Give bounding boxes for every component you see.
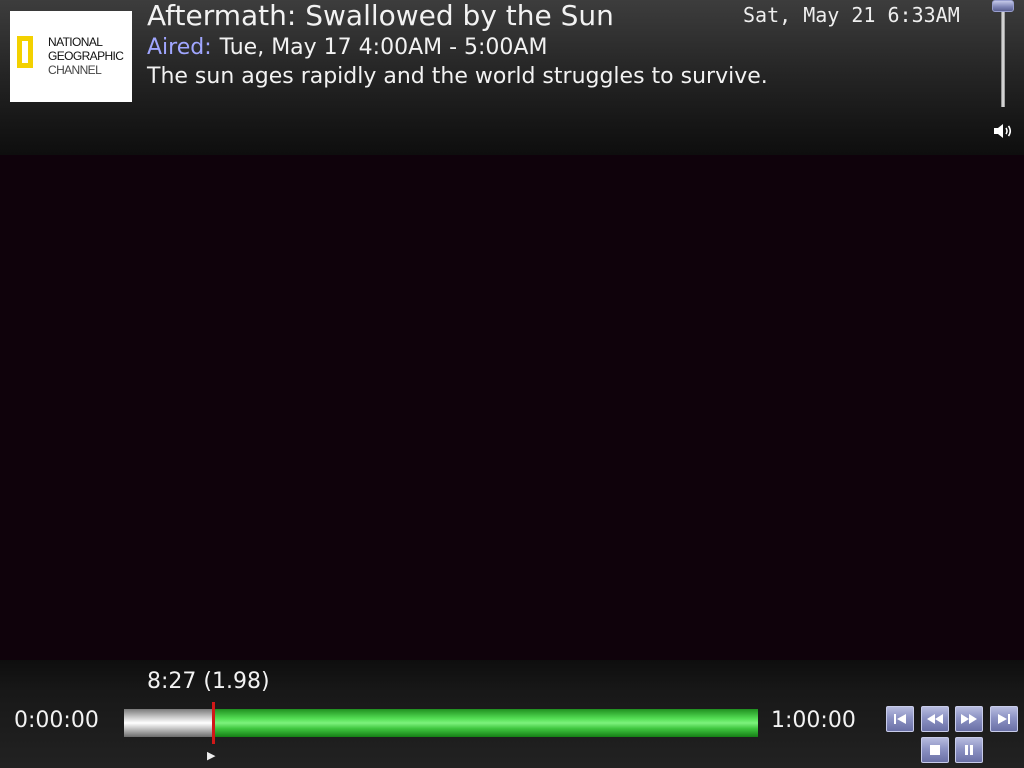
aired-label: Aired: — [147, 35, 212, 60]
end-time: 1:00:00 — [771, 708, 856, 733]
start-time: 0:00:00 — [14, 708, 99, 733]
pause-icon — [965, 745, 973, 755]
skip-back-button[interactable] — [886, 706, 914, 732]
speaker-icon[interactable] — [992, 122, 1014, 140]
skip-forward-button[interactable] — [990, 706, 1018, 732]
fast-forward-icon — [961, 714, 977, 724]
program-title: Aftermath: Swallowed by the Sun — [147, 0, 614, 32]
aired-value: Tue, May 17 4:00AM - 5:00AM — [219, 35, 548, 60]
stop-button[interactable] — [921, 737, 949, 763]
current-position-label: 8:27 (1.98) — [147, 669, 270, 694]
channel-logo-line-1: NATIONAL — [48, 35, 103, 49]
volume-slider-thumb[interactable] — [992, 0, 1014, 12]
channel-logo-line-3: CHANNEL — [48, 63, 102, 77]
play-indicator-icon: ▶ — [207, 749, 216, 762]
progress-watched — [124, 709, 213, 737]
video-area[interactable] — [0, 155, 1024, 660]
aired-row: Aired: Tue, May 17 4:00AM - 5:00AM — [147, 34, 547, 62]
progress-cursor[interactable] — [212, 702, 215, 744]
channel-logo-line-2: GEOGRAPHIC — [48, 49, 124, 63]
yellow-frame-icon — [17, 36, 33, 68]
channel-logo-text: NATIONAL GEOGRAPHIC CHANNEL — [48, 35, 132, 77]
volume-slider-track[interactable] — [1001, 6, 1005, 107]
stop-icon — [930, 745, 940, 755]
progress-bar[interactable] — [124, 702, 758, 744]
skip-back-icon — [894, 714, 906, 724]
rewind-button[interactable] — [921, 706, 949, 732]
channel-logo: NATIONAL GEOGRAPHIC CHANNEL — [10, 11, 132, 102]
pause-button[interactable] — [955, 737, 983, 763]
program-description: The sun ages rapidly and the world strug… — [147, 64, 768, 89]
rewind-icon — [927, 714, 943, 724]
fast-forward-button[interactable] — [955, 706, 983, 732]
program-info-header: NATIONAL GEOGRAPHIC CHANNEL Aftermath: S… — [0, 0, 1024, 155]
clock: Sat, May 21 6:33AM — [743, 3, 960, 27]
skip-forward-icon — [998, 714, 1010, 724]
